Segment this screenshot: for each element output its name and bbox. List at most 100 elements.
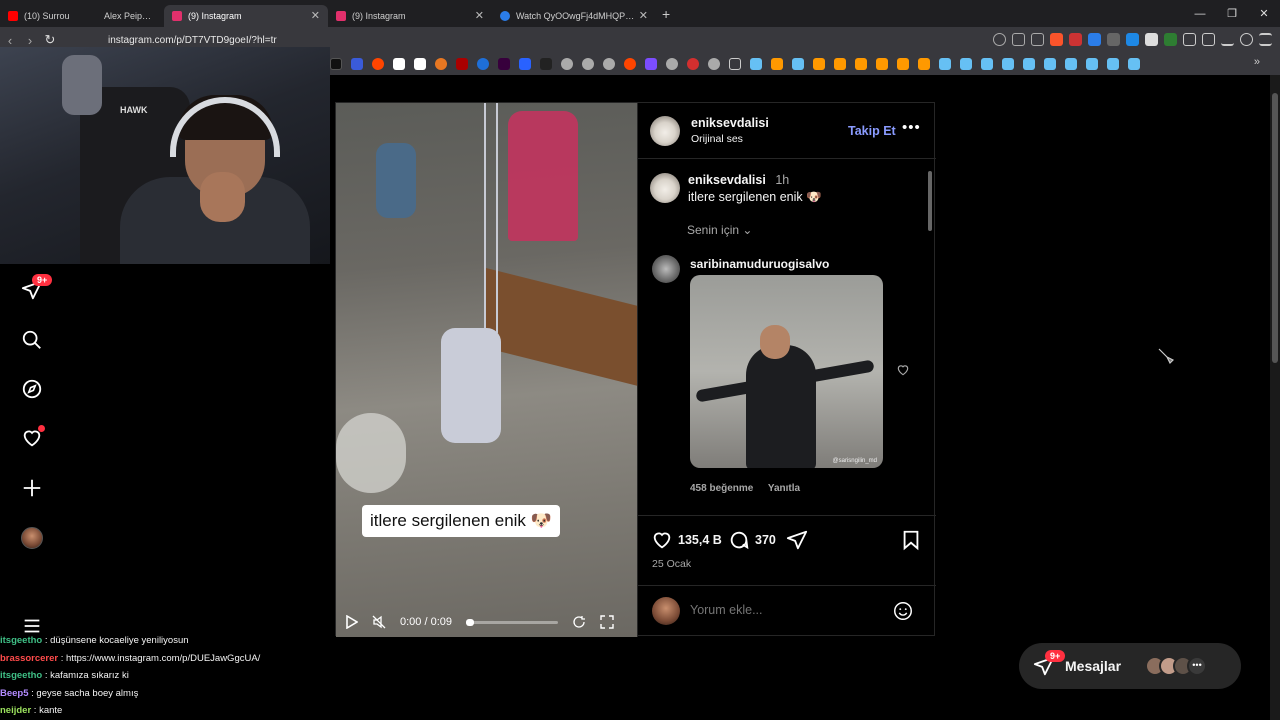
comment-likes[interactable]: 458 beğenme (690, 483, 753, 494)
reddit-icon[interactable] (372, 58, 384, 70)
bookmark-icon[interactable] (687, 58, 699, 70)
search-button[interactable] (20, 328, 44, 352)
for-you-dropdown[interactable]: Senin için ⌄ (687, 223, 752, 237)
create-button[interactable] (20, 476, 44, 500)
url-field[interactable]: instagram.com/p/DT7VTD9goeI/?hl=tr (108, 35, 277, 46)
bookmark-icon[interactable] (666, 58, 678, 70)
follow-button[interactable]: Takip Et (848, 124, 896, 138)
steam-icon[interactable] (1044, 58, 1056, 70)
bookmark-icon[interactable] (582, 58, 594, 70)
close-window-icon[interactable]: ✕ (1248, 7, 1280, 20)
comment-icon[interactable] (728, 529, 750, 551)
close-tab-icon[interactable]: ✕ (639, 9, 648, 22)
caption-username[interactable]: eniksevdalisi (688, 173, 766, 187)
tab-youtube-2[interactable]: Alex Peipman - Yo (80, 5, 164, 27)
page-scrollbar[interactable] (1270, 75, 1280, 720)
reel-video[interactable]: itlere sergilenen enik 🐶 0:00 / 0:09 (336, 103, 637, 637)
extension-icon[interactable] (1069, 33, 1082, 46)
minimize-icon[interactable]: — (1184, 8, 1216, 20)
progress-handle[interactable] (466, 618, 474, 626)
video-progress-bar[interactable] (466, 618, 558, 626)
loop-icon[interactable] (572, 615, 586, 629)
notifications-button[interactable] (20, 425, 45, 450)
fullscreen-icon[interactable] (600, 615, 614, 629)
bookmark-icon[interactable] (498, 58, 510, 70)
bookmark-icon[interactable] (813, 58, 825, 70)
direct-messages-button[interactable]: 9+ (20, 274, 53, 302)
extension-icon[interactable] (1107, 33, 1120, 46)
author-avatar[interactable] (650, 173, 680, 203)
menu-icon[interactable] (1259, 33, 1272, 46)
folder-icon[interactable] (729, 58, 741, 70)
reload-icon[interactable]: ↻ (40, 32, 60, 48)
bookmark-icon[interactable] (351, 58, 363, 70)
steam-icon[interactable] (1065, 58, 1077, 70)
share-icon[interactable] (1031, 33, 1044, 46)
mute-icon[interactable] (372, 615, 386, 629)
share-icon[interactable] (786, 529, 808, 551)
music-icon[interactable] (1240, 33, 1253, 46)
zoom-icon[interactable] (993, 33, 1006, 46)
like-count[interactable]: 135,4 B (678, 533, 722, 547)
x-bookmark-icon[interactable] (330, 58, 342, 70)
extension-icon[interactable] (1088, 33, 1101, 46)
bookmark-icon[interactable] (708, 58, 720, 70)
comment-input[interactable] (690, 603, 880, 617)
tab-instagram-active[interactable]: (9) Instagram ✕ (164, 4, 328, 27)
steam-icon[interactable] (960, 58, 972, 70)
brave-shield-icon[interactable] (1050, 33, 1063, 46)
bookmark-icon[interactable] (393, 58, 405, 70)
bookmark-icon[interactable] (771, 58, 783, 70)
bookmark-icon[interactable] (456, 58, 468, 70)
restore-icon[interactable]: ❐ (1216, 7, 1248, 20)
emoji-icon[interactable] (892, 600, 914, 622)
bookmark-icon[interactable] (897, 58, 909, 70)
back-icon[interactable]: ‹ (0, 33, 20, 48)
more-options-icon[interactable]: ••• (902, 119, 921, 136)
steam-icon[interactable] (1023, 58, 1035, 70)
steam-icon[interactable] (1086, 58, 1098, 70)
comment-count[interactable]: 370 (755, 533, 776, 547)
like-icon[interactable] (651, 529, 673, 551)
sidebar-toggle-icon[interactable] (1202, 33, 1215, 46)
scrollbar-thumb[interactable] (928, 171, 932, 231)
bookmark-icon[interactable] (876, 58, 888, 70)
steam-icon[interactable] (981, 58, 993, 70)
steam-icon[interactable] (1128, 58, 1140, 70)
bookmark-icon[interactable] (918, 58, 930, 70)
scrollbar-thumb[interactable] (1272, 93, 1278, 363)
author-avatar[interactable] (650, 116, 680, 146)
close-tab-icon[interactable]: ✕ (311, 9, 320, 22)
play-icon[interactable] (346, 615, 358, 629)
puzzle-icon[interactable] (1183, 33, 1196, 46)
comment-like-icon[interactable] (896, 363, 910, 377)
comment-username[interactable]: saribinamuduruogisalvo (690, 257, 829, 271)
commenter-avatar[interactable] (652, 255, 680, 283)
extension-icon[interactable] (1145, 33, 1158, 46)
bookmark-icon[interactable] (561, 58, 573, 70)
download-icon[interactable] (1221, 33, 1234, 46)
steam-icon[interactable] (750, 58, 762, 70)
reddit-icon[interactable] (624, 58, 636, 70)
tab-stream[interactable]: Watch QyOOwgFj4dMHQPKS | Strea✕ (492, 5, 656, 27)
steam-icon[interactable] (1002, 58, 1014, 70)
kick-icon[interactable] (540, 58, 552, 70)
forward-icon[interactable]: › (20, 33, 40, 48)
bookmark-icon[interactable] (519, 58, 531, 70)
bookmark-icon[interactable] (645, 58, 657, 70)
cast-icon[interactable] (1012, 33, 1025, 46)
messages-button[interactable]: 9+ Mesajlar ••• (1019, 643, 1241, 689)
steam-icon[interactable] (939, 58, 951, 70)
close-tab-icon[interactable]: ✕ (475, 9, 484, 22)
bookmark-icon[interactable] (477, 58, 489, 70)
extension-icon[interactable] (1126, 33, 1139, 46)
bookmark-icon[interactable] (855, 58, 867, 70)
bookmark-icon[interactable] (834, 58, 846, 70)
new-tab-button[interactable]: + (662, 6, 670, 22)
reply-button[interactable]: Yanıtla (768, 483, 800, 494)
audio-label[interactable]: Orijinal ses (691, 133, 769, 145)
steam-icon[interactable] (1107, 58, 1119, 70)
bookmark-icon[interactable] (435, 58, 447, 70)
bookmark-icon[interactable] (414, 58, 426, 70)
explore-button[interactable] (20, 377, 44, 401)
